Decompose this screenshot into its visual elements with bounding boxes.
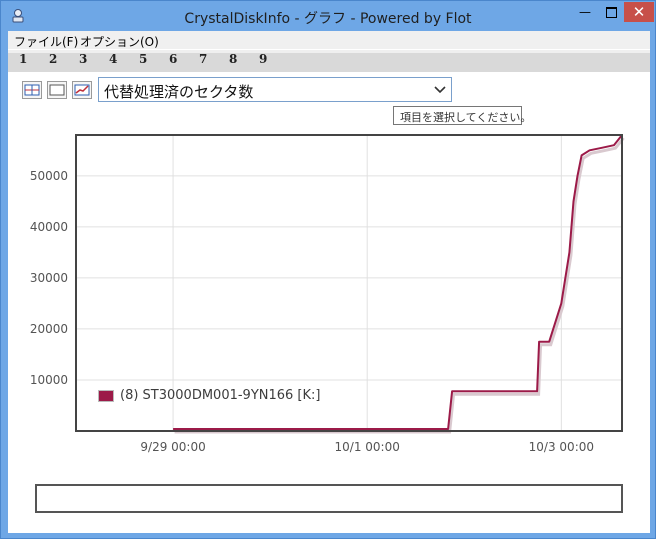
y-tick-label: 30000 bbox=[30, 271, 68, 285]
maximize-icon bbox=[605, 6, 617, 18]
close-button[interactable]: ✕ bbox=[624, 2, 654, 22]
y-tick-label: 50000 bbox=[30, 169, 68, 183]
x-tick-label: 10/3 00:00 bbox=[529, 440, 594, 454]
x-tick-label: 10/1 00:00 bbox=[335, 440, 400, 454]
minimize-button[interactable]: — bbox=[572, 2, 598, 22]
close-icon: ✕ bbox=[632, 3, 646, 21]
app-window: CrystalDiskInfo - グラフ - Powered by Flot … bbox=[0, 0, 656, 539]
window-title: CrystalDiskInfo - グラフ - Powered by Flot bbox=[184, 11, 472, 27]
y-tick-label: 40000 bbox=[30, 220, 68, 234]
y-tick-label: 10000 bbox=[30, 373, 68, 387]
y-tick-label: 20000 bbox=[30, 322, 68, 336]
x-tick-label: 9/29 00:00 bbox=[140, 440, 205, 454]
legend-swatch bbox=[98, 389, 114, 402]
maximize-button[interactable] bbox=[598, 2, 624, 22]
client-area: ファイル(F) オプション(O) 1 2 3 4 5 6 7 8 9 代替処理済… bbox=[8, 31, 650, 533]
chart-legend: (8) ST3000DM001-9YN166 [K:] bbox=[98, 388, 320, 403]
chart-canvas[interactable]: 10000 20000 30000 40000 50000 9/29 00:00 10/1 … bbox=[8, 31, 650, 533]
overview-navigator[interactable] bbox=[35, 484, 623, 513]
title-bar[interactable]: CrystalDiskInfo - グラフ - Powered by Flot … bbox=[1, 1, 655, 31]
series-line bbox=[173, 134, 623, 430]
legend-label: (8) ST3000DM001-9YN166 [K:] bbox=[120, 388, 321, 403]
minimize-icon: — bbox=[579, 5, 591, 19]
